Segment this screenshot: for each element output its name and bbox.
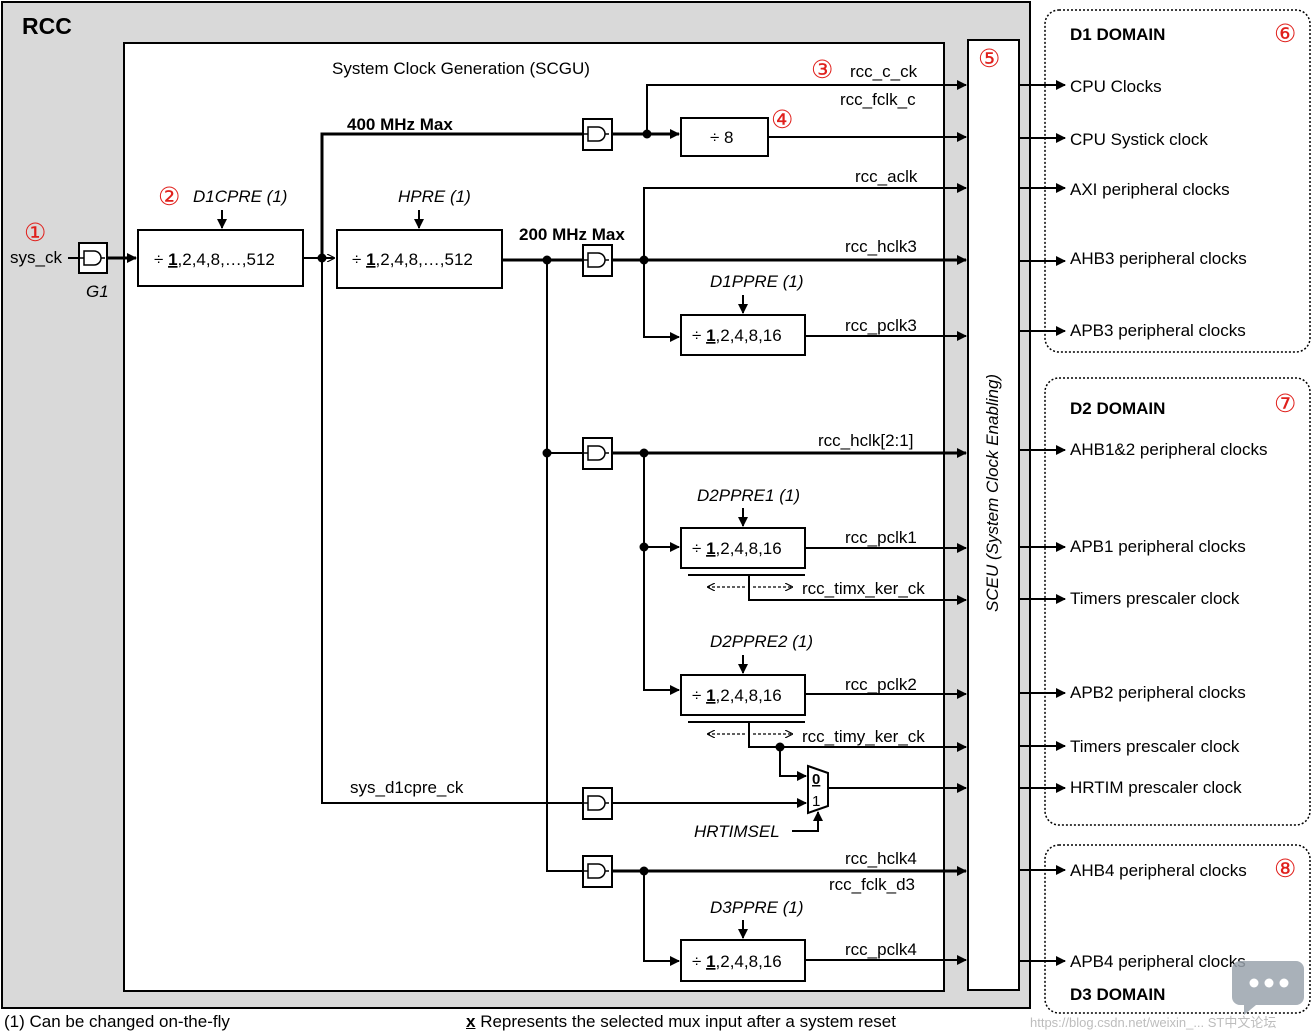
marker-6: ⑥	[1274, 19, 1296, 48]
rcc-diagram-svg: RCC System Clock Generation (SCGU) SCEU …	[1, 1, 1311, 1014]
d2ppre2-label: D2PPRE2 (1)	[710, 632, 813, 651]
rcc-hclk21-label: rcc_hclk[2:1]	[818, 431, 913, 450]
output-hrtim: HRTIM prescaler clock	[1070, 778, 1242, 797]
sys-d1cpre-ck-label: sys_d1cpre_ck	[350, 778, 464, 797]
d2ppre1-divider-text: ÷ 1,2,4,8,16	[692, 539, 782, 558]
rcc-pclk1-label: rcc_pclk1	[845, 528, 917, 547]
marker-3: ③	[811, 55, 833, 84]
rcc-hclk4-label: rcc_hclk4	[845, 849, 917, 868]
output-cpu-clocks: CPU Clocks	[1070, 77, 1162, 96]
sceu-label: SCEU (System Clock Enabling)	[983, 374, 1002, 612]
d3ppre-divider-text: ÷ 1,2,4,8,16	[692, 952, 782, 971]
output-timers-x: Timers prescaler clock	[1070, 589, 1240, 608]
gate-g1-label: G1	[86, 282, 109, 301]
footnote-on-the-fly: (1) Can be changed on-the-fly	[4, 1012, 230, 1031]
clock-tree-diagram: RCC System Clock Generation (SCGU) SCEU …	[0, 0, 1313, 1036]
output-apb2: APB2 peripheral clocks	[1070, 683, 1246, 702]
output-apb3: APB3 peripheral clocks	[1070, 321, 1246, 340]
marker-5: ⑤	[978, 44, 1000, 73]
hpre-divider-text: ÷ 1,2,4,8,…,512	[352, 250, 473, 269]
rcc-aclk-label: rcc_aclk	[855, 167, 918, 186]
rcc-timy-ker-ck-label: rcc_timy_ker_ck	[802, 727, 925, 746]
scgu-title: System Clock Generation (SCGU)	[332, 59, 590, 78]
d2ppre1-label: D2PPRE1 (1)	[697, 486, 800, 505]
d3ppre-label: D3PPRE (1)	[710, 898, 804, 917]
hrtimsel-label: HRTIMSEL	[694, 822, 780, 841]
d2-domain-title: D2 DOMAIN	[1070, 399, 1165, 418]
max-400-label: 400 MHz Max	[347, 115, 453, 134]
output-timers-y: Timers prescaler clock	[1070, 737, 1240, 756]
gate-hrtim	[582, 787, 613, 820]
marker-8: ⑧	[1274, 854, 1296, 883]
rcc-fclk-d3-label: rcc_fclk_d3	[829, 875, 915, 894]
d1cpre-divider-text: ÷ 1,2,4,8,…,512	[154, 250, 275, 269]
output-ahb4: AHB4 peripheral clocks	[1070, 861, 1247, 880]
rcc-label: RCC	[22, 13, 72, 39]
d1cpre-label: D1CPRE (1)	[193, 187, 287, 206]
gate-d3-bus	[582, 855, 613, 888]
output-apb4: APB4 peripheral clocks	[1070, 952, 1246, 971]
gate-d1-bus	[582, 244, 613, 277]
footnote-mux-text: Represents the selected mux input after …	[475, 1012, 896, 1031]
junction-d2ppre1	[639, 542, 649, 552]
marker-1: ①	[24, 218, 46, 247]
hpre-label: HPRE (1)	[398, 187, 471, 206]
rcc-pclk4-label: rcc_pclk4	[845, 940, 917, 959]
mux-input-1: 1	[812, 793, 820, 810]
output-ahb12: AHB1&2 peripheral clocks	[1070, 440, 1267, 459]
max-200-label: 200 MHz Max	[519, 225, 625, 244]
gate-d2-bus	[582, 437, 613, 470]
rcc-pclk3-label: rcc_pclk3	[845, 316, 917, 335]
div8-text: ÷ 8	[710, 128, 734, 147]
junction-hclk21	[542, 448, 552, 458]
marker-7: ⑦	[1274, 389, 1296, 418]
output-ahb3: AHB3 peripheral clocks	[1070, 249, 1247, 268]
gate-g1	[78, 242, 108, 274]
d1ppre-divider-text: ÷ 1,2,4,8,16	[692, 326, 782, 345]
mux-input-0: 0	[812, 771, 820, 788]
d1-domain-title: D1 DOMAIN	[1070, 25, 1165, 44]
sys-ck-label: sys_ck	[10, 248, 62, 267]
rcc-fclk-c-label: rcc_fclk_c	[840, 90, 916, 109]
chat-bubble-icon[interactable]	[1232, 955, 1306, 1017]
output-apb1: APB1 peripheral clocks	[1070, 537, 1246, 556]
rcc-pclk2-label: rcc_pclk2	[845, 675, 917, 694]
footnote-mux-reset: x Represents the selected mux input afte…	[466, 1012, 896, 1032]
output-cpu-systick: CPU Systick clock	[1070, 130, 1208, 149]
marker-2: ②	[158, 182, 180, 211]
gate-cpu	[582, 118, 613, 151]
d1ppre-label: D1PPRE (1)	[710, 272, 804, 291]
d3-domain-title: D3 DOMAIN	[1070, 985, 1165, 1004]
output-axi: AXI peripheral clocks	[1070, 180, 1230, 199]
d2ppre2-divider-text: ÷ 1,2,4,8,16	[692, 686, 782, 705]
rcc-c-ck-label: rcc_c_ck	[850, 62, 918, 81]
marker-4: ④	[771, 105, 793, 134]
scgu-block	[123, 42, 945, 992]
rcc-timx-ker-ck-label: rcc_timx_ker_ck	[802, 579, 925, 598]
rcc-hclk3-label: rcc_hclk3	[845, 237, 917, 256]
